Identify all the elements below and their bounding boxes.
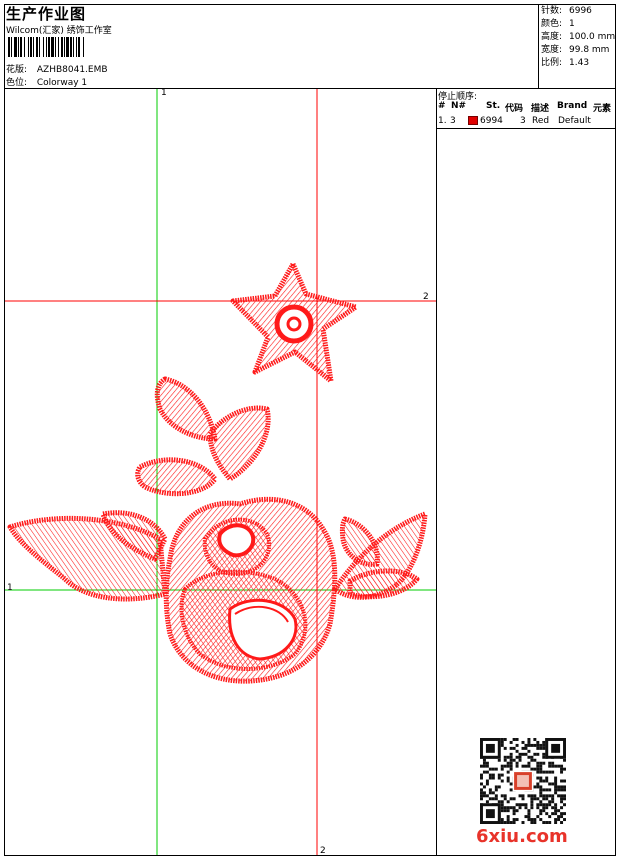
guide-label-vertical-top: 1 [161,88,167,98]
col-brand: Brand [557,101,588,111]
guide-label-horizontal-left: 1 [7,583,13,593]
row-brand: Default [558,116,591,126]
row-needle: 3 [450,116,456,126]
barcode [8,37,84,57]
col-code: 代码 [505,104,524,114]
colorway-label: 色位: [6,78,28,88]
scale-value: 1.43 [569,58,590,68]
col-stitches: St. [486,101,501,111]
stitches-value: 6996 [569,6,592,16]
right-leaf-motif [332,511,428,600]
panel-divider [436,88,437,856]
height-label: 高度: [541,32,563,42]
guide-label-vertical-bottom: 2 [320,846,326,856]
thread-color-swatch [468,116,478,125]
stop-table-bottom-line [436,128,616,129]
page-title: 生产作业图 [6,5,87,23]
small-flower-motif [230,261,359,384]
design-file-row: 花版: AZHB8041.EMB [6,62,108,75]
colors-label: 颜色: [541,19,563,29]
height-value: 100.0 mm [569,32,616,42]
watermark-logo: 6xiu.com [476,826,568,847]
width-value: 99.8 mm [569,45,610,55]
left-leaf-motif [7,510,168,602]
colors-value: 1 [569,19,575,29]
rose-motif [163,496,338,684]
embroidery-preview [5,89,436,855]
stitches-label: 针数: [541,6,563,16]
company-name: Wilcom(汇家) 绣饰工作室 [6,26,112,36]
col-index: # [438,101,446,111]
colorway-name: Colorway 1 [36,78,88,88]
row-stitches: 6994 [480,116,503,126]
col-element: 元素 [593,104,612,114]
guide-label-horizontal-right: 2 [423,292,429,302]
design-label: 花版: [6,65,28,75]
col-needle: N# [451,101,467,111]
header-divider [538,4,539,89]
scale-label: 比例: [541,58,563,68]
width-label: 宽度: [541,45,563,55]
row-index: 1. [438,116,447,126]
row-code: 3 [520,116,526,126]
colorway-row: 色位: Colorway 1 [6,75,87,88]
design-stats: 针数: 6996 颜色: 1 高度: 100.0 mm 宽度: 99.8 mm 比例: 1… [541,5,615,70]
row-description: Red [532,116,550,126]
qr-code [480,738,566,824]
design-file-name: AZHB8041.EMB [36,65,108,75]
col-description: 描述 [531,104,550,114]
